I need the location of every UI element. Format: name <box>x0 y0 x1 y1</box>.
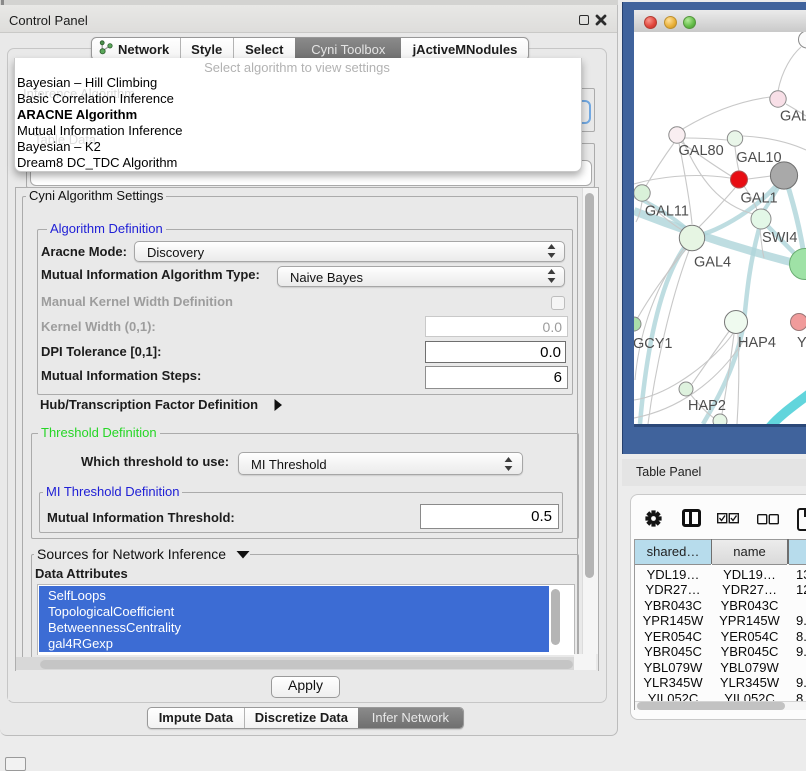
svg-text:GAL: GAL <box>780 109 806 125</box>
svg-text:GAL4: GAL4 <box>694 255 731 271</box>
svg-text:HAP2: HAP2 <box>688 398 726 414</box>
svg-text:GCY1: GCY1 <box>634 336 673 352</box>
svg-text:GAL11: GAL11 <box>645 204 689 220</box>
svg-text:GAL80: GAL80 <box>679 143 724 159</box>
svg-text:GAL10: GAL10 <box>736 150 781 166</box>
svg-text:Y: Y <box>797 335 806 351</box>
svg-text:GAL1: GAL1 <box>741 191 778 207</box>
svg-text:HAP4: HAP4 <box>738 335 776 351</box>
svg-text:SWI4: SWI4 <box>762 230 797 246</box>
